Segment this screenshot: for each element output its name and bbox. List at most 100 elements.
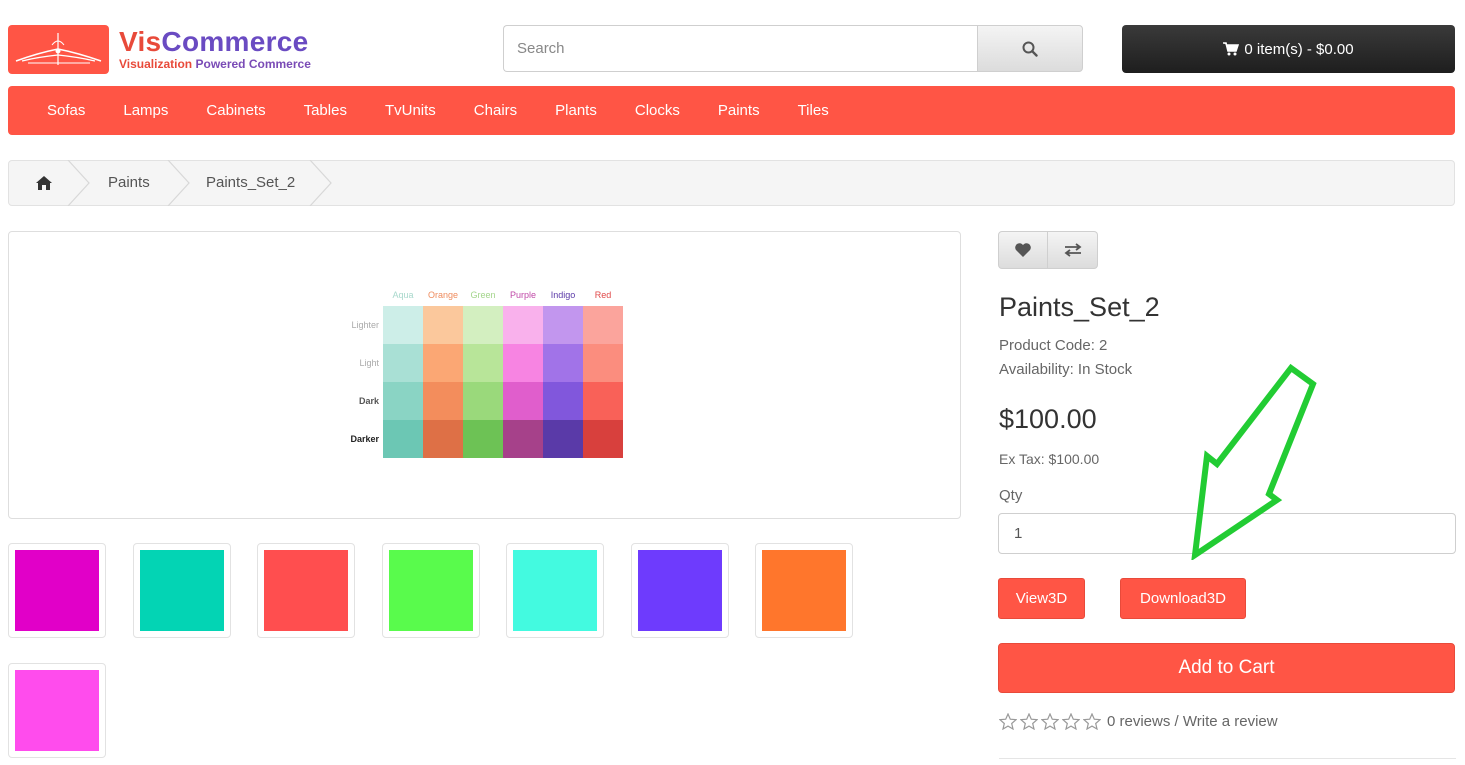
divider: [999, 758, 1456, 759]
swatch-cell: [383, 306, 423, 344]
brand-name: VisCommerce: [119, 26, 309, 57]
nav-item-chairs[interactable]: Chairs: [455, 86, 536, 135]
search-icon: [1022, 41, 1038, 57]
breadcrumb-separator: [67, 160, 90, 206]
swatch-column-label: Green: [470, 290, 496, 300]
swatch-cell: [383, 382, 423, 420]
swatch-row-label: Lighter: [351, 320, 379, 330]
swatch-cell: [503, 306, 543, 344]
swatch-cell: [583, 344, 623, 382]
swatch-cell: [583, 306, 623, 344]
thumbnail-color-swatch: [389, 550, 473, 631]
swatch-column-label: Red: [594, 290, 612, 300]
nav-item-sofas[interactable]: Sofas: [28, 86, 104, 135]
nav-item-tiles[interactable]: Tiles: [779, 86, 848, 135]
logo-emblem-icon: [8, 24, 109, 74]
swatch-cell: [383, 420, 423, 458]
cart-label: 0 item(s) - $0.00: [1244, 40, 1354, 58]
product-ex-tax: Ex Tax: $100.00: [999, 451, 1100, 467]
cart-icon: [1223, 42, 1240, 56]
product-main-image[interactable]: Aqua Orange Green Purple Indigo Red Lighter Lig…: [8, 231, 961, 519]
swatch-cell: [503, 344, 543, 382]
swatch-column-label: Aqua: [392, 290, 414, 300]
breadcrumb-item-current[interactable]: Paints_Set_2: [206, 174, 295, 191]
swatch-row-label: Dark: [358, 396, 379, 406]
thumbnail-color-swatch: [638, 550, 722, 631]
product-thumbnail[interactable]: [133, 543, 231, 638]
nav-item-plants[interactable]: Plants: [536, 86, 616, 135]
wishlist-button[interactable]: [998, 231, 1048, 269]
nav-item-cabinets[interactable]: Cabinets: [187, 86, 284, 135]
rating-row: 0 reviews / Write a review: [999, 713, 1278, 730]
swatch-cell: [463, 420, 503, 458]
home-icon[interactable]: [35, 175, 53, 191]
cart-button[interactable]: 0 item(s) - $0.00: [1122, 25, 1455, 73]
nav-item-lamps[interactable]: Lamps: [104, 86, 187, 135]
brand-logo[interactable]: VisCommerce Visualization Powered Commer…: [8, 24, 348, 74]
search-input[interactable]: [503, 25, 977, 72]
brand-tagline: Visualization Powered Commerce: [119, 57, 311, 71]
star-icon: [1062, 713, 1080, 730]
nav-item-paints[interactable]: Paints: [699, 86, 779, 135]
compare-button[interactable]: [1048, 231, 1098, 269]
swatch-column-label: Orange: [427, 290, 459, 300]
swatch-cell: [423, 344, 463, 382]
add-to-cart-button[interactable]: Add to Cart: [998, 643, 1455, 693]
star-icon: [1020, 713, 1038, 730]
product-title: Paints_Set_2: [999, 292, 1160, 322]
star-icon: [999, 713, 1017, 730]
swatch-cell: [583, 382, 623, 420]
swatch-cell: [543, 382, 583, 420]
view3d-button[interactable]: View3D: [998, 578, 1085, 619]
search-bar: [503, 25, 1083, 72]
swatch-cell: [423, 306, 463, 344]
swatch-cell: [583, 420, 623, 458]
star-icon: [1041, 713, 1059, 730]
product-price: $100.00: [999, 404, 1097, 434]
thumbnail-color-swatch: [15, 550, 99, 631]
product-thumbnail[interactable]: [755, 543, 853, 638]
product-thumbnail[interactable]: [631, 543, 729, 638]
swatch-cell: [463, 344, 503, 382]
download3d-button[interactable]: Download3D: [1120, 578, 1246, 619]
swatch-cell: [423, 382, 463, 420]
swatch-cell: [383, 344, 423, 382]
nav-item-tvunits[interactable]: TvUnits: [366, 86, 455, 135]
thumbnail-color-swatch: [140, 550, 224, 631]
heart-icon: [1015, 243, 1031, 257]
swatch-cell: [503, 382, 543, 420]
category-nav: Sofas Lamps Cabinets Tables TvUnits Chai…: [8, 86, 1455, 135]
nav-item-clocks[interactable]: Clocks: [616, 86, 699, 135]
thumbnail-color-swatch: [15, 670, 99, 751]
swatch-cell: [543, 344, 583, 382]
thumbnail-color-swatch: [513, 550, 597, 631]
qty-label: Qty: [999, 487, 1023, 504]
swatch-cell: [503, 420, 543, 458]
thumbnail-color-swatch: [762, 550, 846, 631]
exchange-icon: [1064, 243, 1081, 257]
nav-item-tables[interactable]: Tables: [285, 86, 366, 135]
breadcrumb-separator: [167, 160, 190, 206]
product-availability: Availability: In Stock: [999, 361, 1133, 378]
swatch-column-label: Purple: [509, 290, 536, 300]
swatch-cell: [463, 382, 503, 420]
swatch-cell: [543, 306, 583, 344]
breadcrumb: Paints Paints_Set_2: [8, 160, 1455, 206]
swatch-column-label: Indigo: [550, 290, 576, 300]
product-thumbnail[interactable]: [8, 543, 106, 638]
product-thumbnail[interactable]: [382, 543, 480, 638]
swatch-row-label: Darker: [350, 434, 379, 444]
swatch-cell: [423, 420, 463, 458]
search-button[interactable]: [977, 25, 1083, 72]
star-icon: [1083, 713, 1101, 730]
breadcrumb-separator: [309, 160, 332, 206]
product-thumbnail[interactable]: [506, 543, 604, 638]
product-actions: [998, 231, 1099, 269]
annotation-arrow-icon: [1191, 363, 1317, 560]
product-thumbnail[interactable]: [257, 543, 355, 638]
breadcrumb-item-paints[interactable]: Paints: [108, 174, 150, 191]
product-code: Product Code: 2: [999, 337, 1108, 354]
swatch-cell: [543, 420, 583, 458]
product-thumbnail[interactable]: [8, 663, 106, 758]
reviews-link[interactable]: 0 reviews / Write a review: [1107, 713, 1278, 730]
